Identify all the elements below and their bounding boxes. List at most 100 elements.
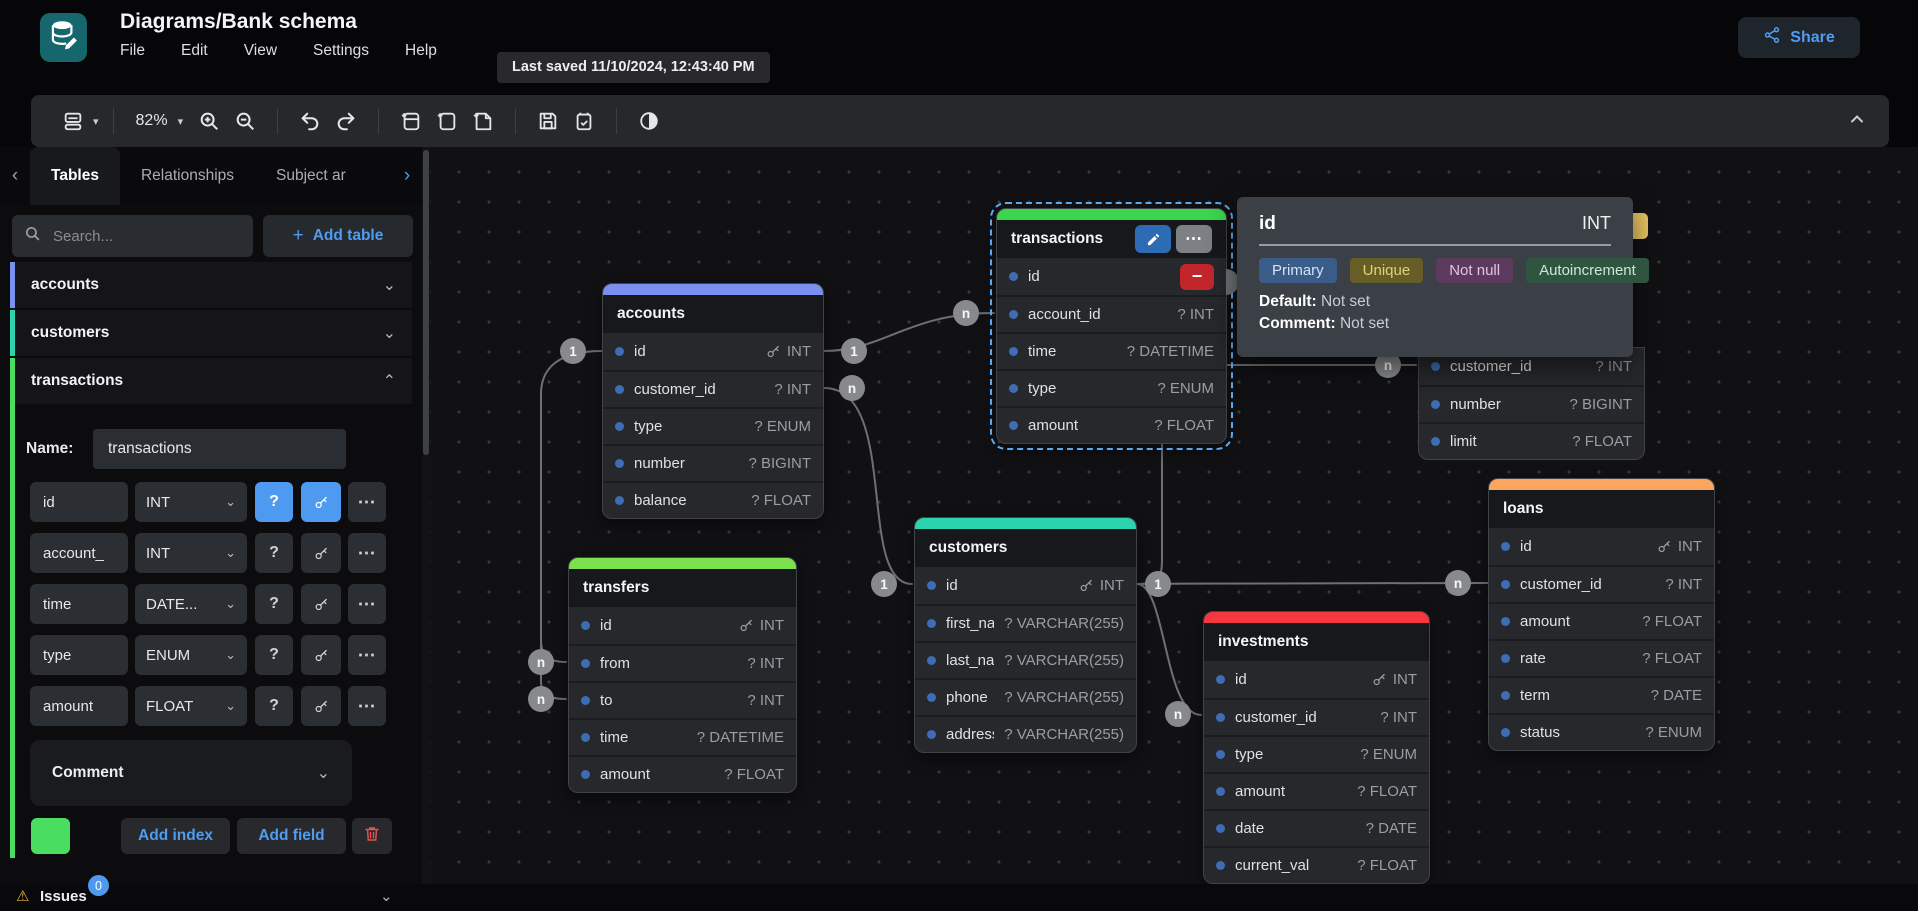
canvas-table-investments[interactable]: investmentsidINTcustomer_id? INTtype? EN… [1203, 611, 1430, 884]
table-color-swatch[interactable] [31, 818, 70, 854]
field-more-options-button[interactable]: ⋯ [348, 482, 386, 522]
search-input[interactable] [51, 227, 254, 246]
table-header[interactable]: transactions⋯ [997, 220, 1226, 258]
table-field-to[interactable]: to? INT [569, 681, 796, 718]
canvas-table-transfers[interactable]: transfersidINTfrom? INTto? INTtime? DATE… [568, 557, 797, 793]
nullable-toggle-button[interactable]: ? [255, 584, 293, 624]
table-field-type[interactable]: type? ENUM [997, 369, 1226, 406]
table-field-account_id[interactable]: account_id? INT [997, 295, 1226, 332]
table-field-rate[interactable]: rate? FLOAT [1489, 639, 1714, 676]
field-more-options-button[interactable]: ⋯ [348, 533, 386, 573]
menu-item-view[interactable]: View [244, 42, 277, 60]
table-field-term[interactable]: term? DATE [1489, 676, 1714, 713]
undo-button[interactable] [292, 103, 328, 139]
primary-key-toggle-button[interactable] [301, 533, 341, 573]
add-table-sidebar-button[interactable]: + Add table [263, 215, 413, 257]
primary-key-toggle-button[interactable] [301, 584, 341, 624]
sidebar-table-item-customers[interactable]: customers⌄ [10, 310, 412, 356]
delete-field-button[interactable]: − [1180, 264, 1214, 290]
table-header[interactable]: investments [1204, 623, 1429, 661]
add-note-button[interactable] [465, 103, 501, 139]
layout-caret-icon[interactable]: ▾ [93, 115, 99, 128]
table-field-id[interactable]: idINT [569, 607, 796, 644]
nullable-toggle-button[interactable]: ? [255, 533, 293, 573]
table-field-type[interactable]: type? ENUM [603, 407, 823, 444]
table-field-date[interactable]: date? DATE [1204, 809, 1429, 846]
chevron-up-icon[interactable]: ⌃ [383, 371, 396, 391]
tab-tables[interactable]: Tables [30, 147, 120, 205]
field-type-select[interactable]: INT⌄ [135, 533, 247, 573]
table-field-last_na...[interactable]: last_na...? VARCHAR(255) [915, 641, 1136, 678]
table-header[interactable]: loans [1489, 490, 1714, 528]
zoom-level-dropdown[interactable]: 82% ▾ [128, 112, 192, 130]
table-field-number[interactable]: number? BIGINT [603, 444, 823, 481]
table-field-time[interactable]: time? DATETIME [997, 332, 1226, 369]
table-field-from[interactable]: from? INT [569, 644, 796, 681]
nullable-toggle-button[interactable]: ? [255, 686, 293, 726]
table-more-button[interactable]: ⋯ [1176, 225, 1212, 253]
issues-label[interactable]: Issues [40, 888, 87, 905]
add-table-button[interactable] [393, 103, 429, 139]
nullable-toggle-button[interactable]: ? [255, 635, 293, 675]
field-name-input[interactable] [30, 686, 128, 726]
nullable-toggle-button[interactable]: ? [255, 482, 293, 522]
table-field-customer_id[interactable]: customer_id? INT [1204, 698, 1429, 735]
field-more-options-button[interactable]: ⋯ [348, 635, 386, 675]
add-index-button[interactable]: Add index [121, 818, 230, 854]
chevron-down-icon[interactable]: ⌄ [383, 323, 396, 343]
canvas-table-accounts[interactable]: accountsidINTcustomer_id? INTtype? ENUMn… [602, 283, 824, 519]
table-field-current_val[interactable]: current_val? FLOAT [1204, 846, 1429, 883]
menu-item-edit[interactable]: Edit [181, 42, 208, 60]
field-more-options-button[interactable]: ⋯ [348, 686, 386, 726]
tab-subject-ar[interactable]: Subject ar [255, 147, 367, 205]
table-field-amount[interactable]: amount? FLOAT [1489, 602, 1714, 639]
delete-table-button[interactable] [352, 818, 392, 854]
table-field-limit[interactable]: limit? FLOAT [1419, 422, 1644, 459]
field-type-select[interactable]: FLOAT⌄ [135, 686, 247, 726]
table-field-first_na...[interactable]: first_na...? VARCHAR(255) [915, 604, 1136, 641]
toolbar-collapse-chevron[interactable] [1847, 109, 1867, 134]
field-name-input[interactable] [30, 635, 128, 675]
table-field-number[interactable]: number? BIGINT [1419, 385, 1644, 422]
table-field-customer_id[interactable]: customer_id? INT [1489, 565, 1714, 602]
table-field-amount[interactable]: amount? FLOAT [1204, 772, 1429, 809]
field-type-select[interactable]: INT⌄ [135, 482, 247, 522]
table-field-id[interactable]: idINT [915, 567, 1136, 604]
table-field-amount[interactable]: amount? FLOAT [997, 406, 1226, 443]
tab-relationships[interactable]: Relationships [120, 147, 255, 205]
field-name-input[interactable] [30, 584, 128, 624]
table-field-phone[interactable]: phone? VARCHAR(255) [915, 678, 1136, 715]
commit-button[interactable] [566, 103, 602, 139]
menu-item-settings[interactable]: Settings [313, 42, 369, 60]
issues-chevron-icon[interactable]: ⌄ [380, 887, 393, 905]
edit-table-button[interactable] [1135, 225, 1171, 253]
table-header[interactable]: customers [915, 529, 1136, 567]
canvas-table-transactions[interactable]: transactions⋯id−account_id? INTtime? DAT… [996, 208, 1227, 444]
menu-item-file[interactable]: File [120, 42, 145, 60]
tabs-scroll-left-icon[interactable]: ‹ [0, 165, 30, 187]
zoom-out-button[interactable] [227, 103, 263, 139]
sidebar-scrollbar-thumb[interactable] [423, 150, 429, 455]
comment-accordion[interactable]: Comment ⌄ [30, 740, 352, 806]
table-field-amount[interactable]: amount? FLOAT [569, 755, 796, 792]
app-logo[interactable] [40, 13, 87, 62]
chevron-down-icon[interactable]: ⌄ [383, 275, 396, 295]
save-button[interactable] [530, 103, 566, 139]
zoom-in-button[interactable] [191, 103, 227, 139]
table-field-id[interactable]: id− [997, 258, 1226, 295]
field-name-input[interactable] [30, 482, 128, 522]
table-field-customer_id[interactable]: customer_id? INT [603, 370, 823, 407]
primary-key-toggle-button[interactable] [301, 686, 341, 726]
menu-item-help[interactable]: Help [405, 42, 437, 60]
primary-key-toggle-button[interactable] [301, 635, 341, 675]
table-field-address[interactable]: address? VARCHAR(255) [915, 715, 1136, 752]
canvas-table-partially-hidden[interactable]: customer_id? INTnumber? BIGINTlimit? FLO… [1418, 347, 1645, 460]
table-search[interactable]: ⌄ [12, 215, 253, 257]
table-header[interactable]: transfers [569, 569, 796, 607]
field-name-input[interactable] [30, 533, 128, 573]
tabs-scroll-right-icon[interactable]: › [392, 165, 422, 187]
add-field-button[interactable]: Add field [237, 818, 346, 854]
theme-toggle-button[interactable] [631, 103, 667, 139]
field-type-select[interactable]: ENUM⌄ [135, 635, 247, 675]
table-field-type[interactable]: type? ENUM [1204, 735, 1429, 772]
